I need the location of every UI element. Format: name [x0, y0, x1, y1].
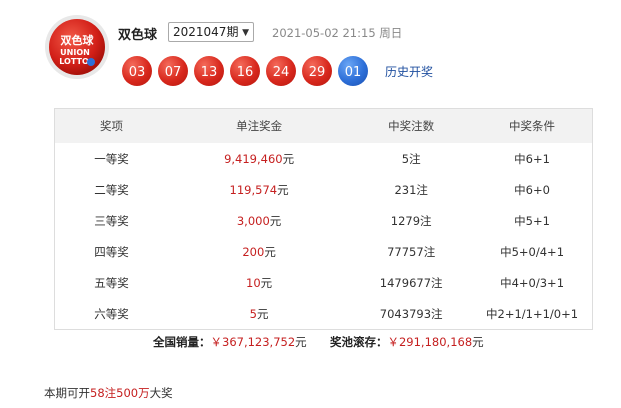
game-name: 双色球: [118, 28, 158, 43]
table-header-row: 奖项 单注奖金 中奖注数 中奖条件: [54, 108, 593, 143]
red-ball: 07: [158, 56, 188, 86]
header-amount: 单注奖金: [167, 108, 351, 143]
pool-label: 奖池滚存：: [329, 335, 388, 349]
winner-count: 231注: [394, 182, 428, 197]
jackpot-note: 本期可开58注500万大奖: [44, 385, 173, 401]
pool-value: ￥291,180,168: [387, 335, 473, 349]
history-draws-link[interactable]: 历史开奖: [385, 63, 433, 80]
draw-date: 2021-05-02 21:15 周日: [272, 26, 403, 40]
pool-unit: 元: [472, 335, 484, 349]
table-row: 一等奖 9,419,460元 5注 中6+1: [55, 143, 593, 174]
prize-table: 奖项 单注奖金 中奖注数 中奖条件 一等奖 9,419,460元 5注 中6+1…: [54, 108, 593, 330]
issue-select[interactable]: 2021047期 ▼: [168, 22, 254, 42]
sales-value: ￥367,123,752: [210, 335, 296, 349]
prize-amount: 5元: [249, 306, 269, 321]
header-count: 中奖注数: [350, 108, 473, 143]
win-condition: 中2+1/1+1/0+1: [486, 306, 579, 321]
red-ball: 13: [194, 56, 224, 86]
table-row: 六等奖 5元 7043793注 中2+1/1+1/0+1: [55, 298, 593, 330]
winning-numbers: 03 07 13 16 24 29 01: [122, 56, 368, 86]
prize-level: 一等奖: [94, 151, 129, 166]
sales-summary: 全国销量：￥367,123,752元 奖池滚存：￥291,180,168元: [153, 334, 484, 350]
table-row: 二等奖 119,574元 231注 中6+0: [55, 174, 593, 205]
red-ball: 16: [230, 56, 260, 86]
winner-count: 1479677注: [379, 275, 443, 290]
win-condition: 中4+0/3+1: [500, 275, 565, 290]
header-condition: 中奖条件: [472, 108, 593, 143]
prize-level: 四等奖: [94, 244, 129, 259]
header-level: 奖项: [54, 108, 168, 143]
prize-amount: 10元: [246, 275, 273, 290]
issue-select-value: 2021047期: [173, 25, 239, 39]
table-row: 三等奖 3,000元 1279注 中5+1: [55, 205, 593, 236]
chevron-down-icon: ▼: [242, 28, 249, 38]
win-condition: 中5+1: [514, 213, 550, 228]
prize-level: 二等奖: [94, 182, 129, 197]
prize-level: 五等奖: [94, 275, 129, 290]
prize-amount: 119,574元: [229, 182, 289, 197]
win-condition: 中6+0: [514, 182, 550, 197]
win-condition: 中5+0/4+1: [500, 244, 565, 259]
winner-count: 77757注: [387, 244, 436, 259]
prize-amount: 9,419,460元: [224, 151, 295, 166]
red-ball: 24: [266, 56, 296, 86]
red-ball: 29: [302, 56, 332, 86]
svg-text:UNION: UNION: [60, 48, 90, 57]
jackpot-note-prefix: 本期可开: [44, 386, 90, 400]
winner-count: 7043793注: [379, 306, 443, 321]
prize-amount: 3,000元: [236, 213, 282, 228]
sales-unit: 元: [295, 335, 307, 349]
svg-text:双色球: 双色球: [61, 33, 95, 47]
jackpot-note-highlight: 58注500万: [90, 386, 150, 400]
winner-count: 1279注: [390, 213, 432, 228]
winner-count: 5注: [401, 151, 421, 166]
prize-level: 六等奖: [94, 306, 129, 321]
sales-label: 全国销量：: [153, 335, 211, 349]
union-lotto-logo: 双色球 UNION LOTTO: [45, 15, 109, 79]
table-row: 五等奖 10元 1479677注 中4+0/3+1: [55, 267, 593, 298]
win-condition: 中6+1: [514, 151, 550, 166]
table-row: 四等奖 200元 77757注 中5+0/4+1: [55, 236, 593, 267]
red-ball: 03: [122, 56, 152, 86]
svg-text:LOTTO: LOTTO: [59, 57, 89, 66]
blue-ball: 01: [338, 56, 368, 86]
prize-level: 三等奖: [94, 213, 129, 228]
jackpot-note-suffix: 大奖: [149, 386, 173, 400]
prize-amount: 200元: [242, 244, 276, 259]
